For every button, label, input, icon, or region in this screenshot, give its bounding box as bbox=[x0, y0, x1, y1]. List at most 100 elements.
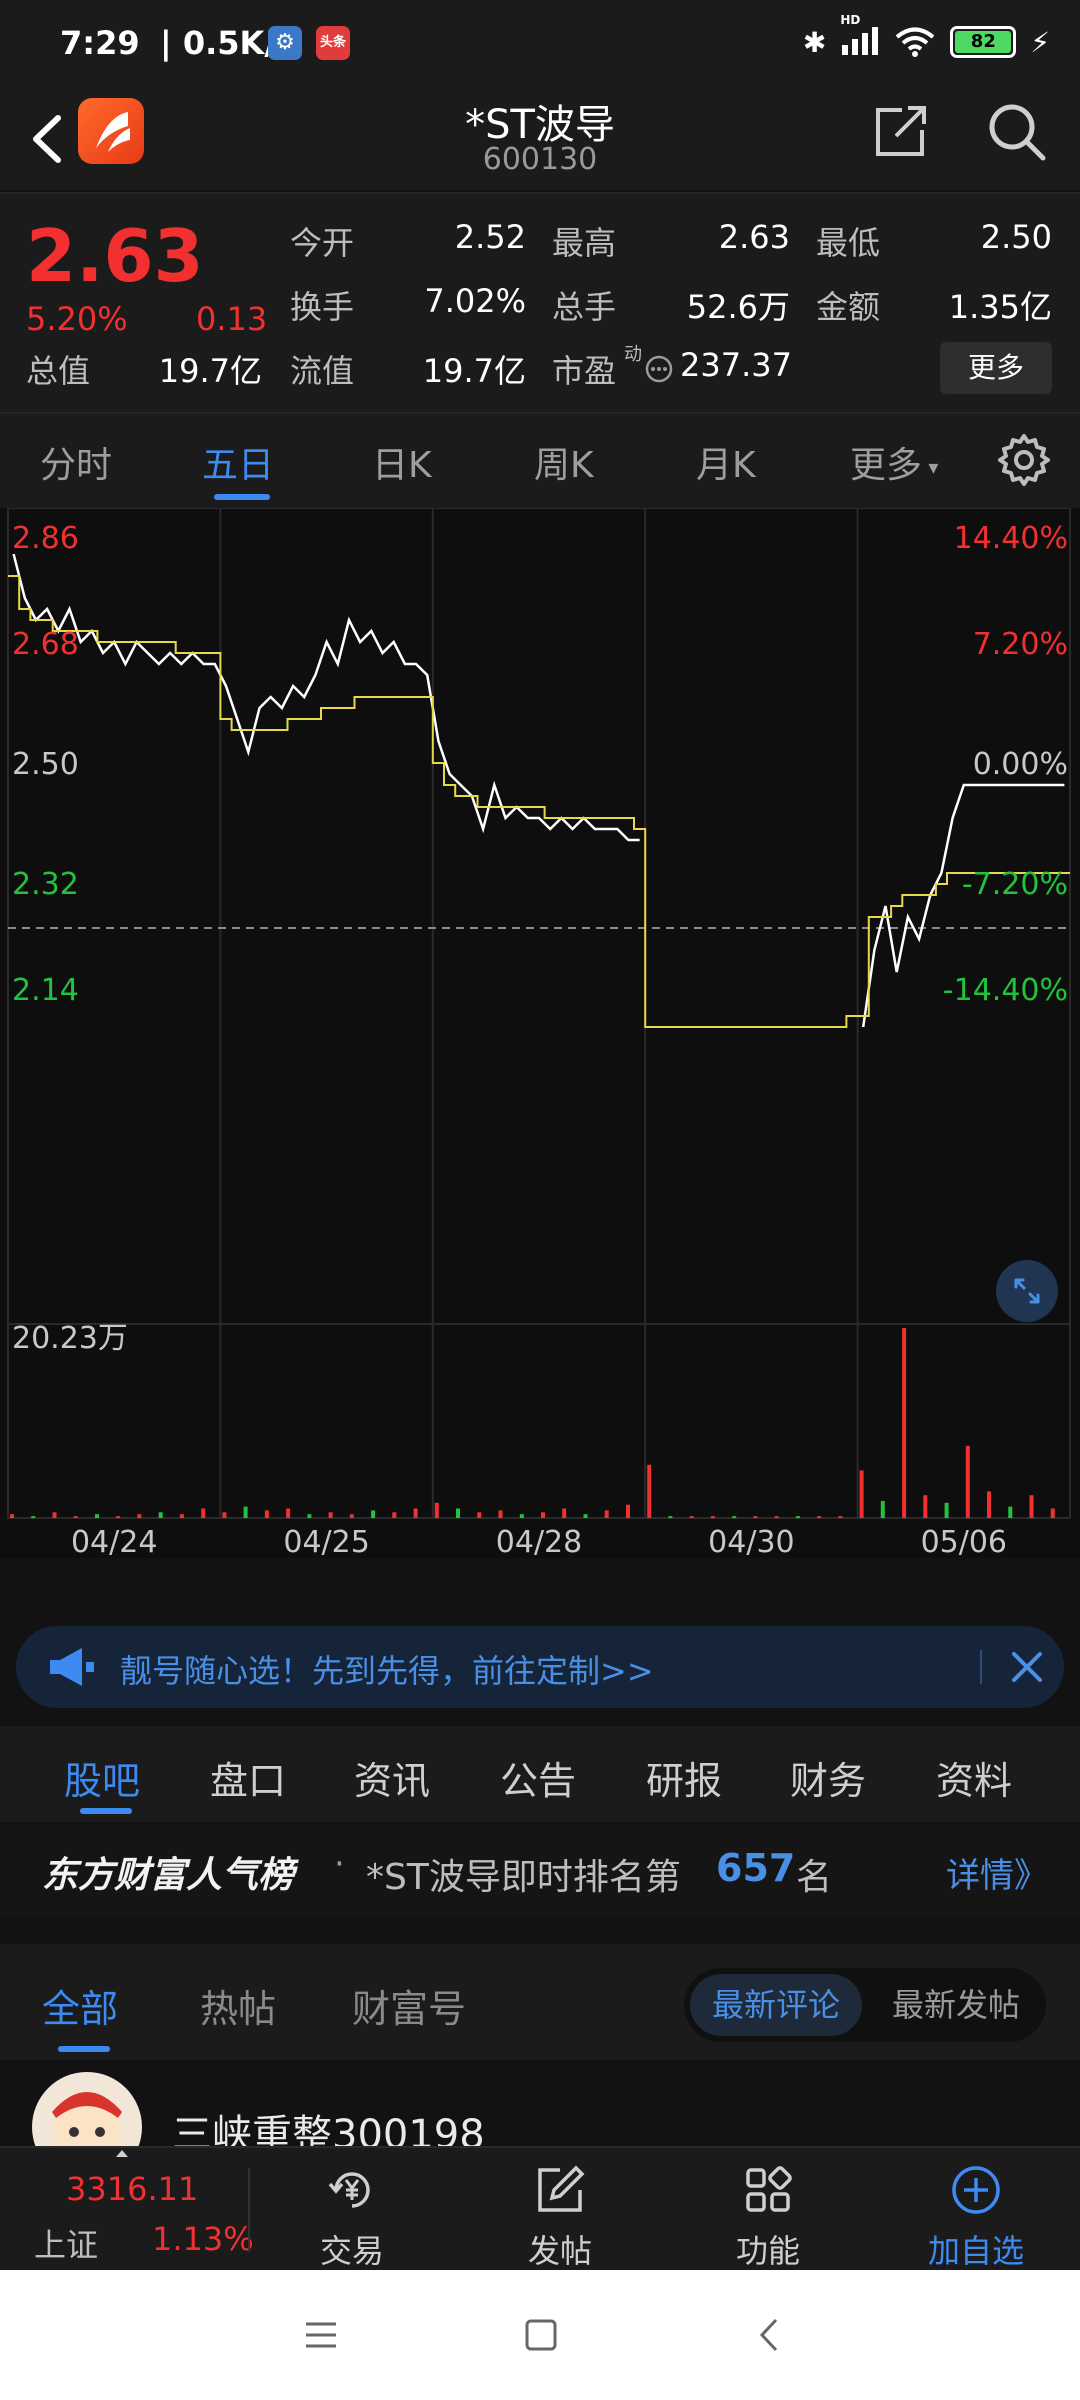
active-tab-indicator bbox=[80, 1808, 132, 1814]
tab-profile[interactable]: 资料 bbox=[936, 1750, 1012, 1805]
chart-tabs: 分时 五日 日K 周K 月K 更多 ▾ bbox=[0, 412, 1080, 508]
x-axis-label: 04/24 bbox=[71, 1525, 157, 1558]
y-axis-label: 2.86 bbox=[12, 521, 79, 556]
x-axis-label: 05/06 bbox=[921, 1525, 1007, 1558]
index-ticker[interactable]: 3316.11 上证 1.13% bbox=[0, 2148, 254, 2272]
tab-announcements[interactable]: 公告 bbox=[500, 1750, 576, 1805]
volume-bar bbox=[392, 1512, 397, 1518]
add-watchlist-button[interactable]: 加自选 bbox=[906, 2158, 1046, 2270]
tab-weekly-k[interactable]: 周K bbox=[534, 436, 594, 488]
expand-icon bbox=[1014, 1278, 1040, 1304]
post-button[interactable]: 发帖 bbox=[490, 2158, 630, 2270]
status-time: 7:29 bbox=[60, 24, 140, 62]
back-nav-icon[interactable] bbox=[746, 2310, 796, 2360]
tab-wealth-account[interactable]: 财富号 bbox=[352, 1978, 466, 2033]
pe-value: 237.37 bbox=[680, 346, 792, 384]
stock-header: *ST波导 600130 bbox=[0, 90, 1080, 190]
banner-divider bbox=[980, 1650, 982, 1684]
open-value: 2.52 bbox=[454, 218, 526, 256]
volume-bar bbox=[158, 1512, 163, 1518]
avatar[interactable] bbox=[32, 2072, 142, 2146]
tab-more[interactable]: 更多 ▾ bbox=[850, 436, 938, 488]
volume-bar bbox=[626, 1504, 630, 1518]
tab-monthly-k[interactable]: 月K bbox=[696, 436, 756, 488]
volume-bar bbox=[1029, 1495, 1034, 1518]
tab-finance[interactable]: 财务 bbox=[790, 1750, 866, 1805]
tab-hot-posts[interactable]: 热帖 bbox=[200, 1978, 276, 2033]
volume-bar bbox=[31, 1516, 36, 1519]
low-value: 2.50 bbox=[980, 218, 1052, 256]
ranking-detail-link[interactable]: 详情》 bbox=[946, 1848, 1048, 1897]
index-percent: 1.13% bbox=[152, 2220, 254, 2258]
turnover-label: 换手 bbox=[290, 288, 355, 326]
y-axis-pct-label: 7.20% bbox=[973, 627, 1068, 662]
volume-bar bbox=[753, 1516, 758, 1519]
add-watchlist-label: 加自选 bbox=[927, 2232, 1024, 2270]
grid-icon bbox=[746, 2166, 792, 2212]
chart-frame bbox=[7, 508, 1071, 1519]
hd-label: HD bbox=[840, 13, 861, 27]
y-axis-label: 2.50 bbox=[12, 747, 79, 782]
sort-latest-comment[interactable]: 最新评论 bbox=[690, 1974, 862, 2036]
volume-bar bbox=[795, 1516, 800, 1519]
change-amount: 0.13 bbox=[196, 300, 268, 338]
wifi-icon bbox=[896, 27, 935, 57]
status-bar: 7:29 | 0.5K/s ⚙ 头条 ✱ HD 82 ⚡ bbox=[0, 0, 1080, 90]
tab-research[interactable]: 研报 bbox=[646, 1750, 722, 1805]
volume-bar bbox=[604, 1510, 609, 1518]
share-icon[interactable] bbox=[872, 102, 930, 160]
tab-pankou[interactable]: 盘口 bbox=[210, 1750, 286, 1805]
open-label: 今开 bbox=[290, 224, 355, 262]
functions-button[interactable]: 功能 bbox=[698, 2158, 838, 2270]
expand-chart-button[interactable] bbox=[996, 1260, 1058, 1322]
volume-bar bbox=[434, 1502, 439, 1518]
tab-daily-k[interactable]: 日K bbox=[372, 436, 432, 488]
x-axis-label: 04/28 bbox=[496, 1525, 582, 1558]
trade-button[interactable]: 交易 bbox=[282, 2158, 422, 2270]
tab-news[interactable]: 资讯 bbox=[354, 1750, 430, 1805]
volume-bar bbox=[668, 1516, 673, 1519]
promo-banner[interactable]: 靓号随心选！先到先得，前往定制>> bbox=[16, 1626, 1064, 1708]
more-dots-icon[interactable] bbox=[644, 354, 674, 384]
tab-all[interactable]: 全部 bbox=[42, 1978, 118, 2033]
amount-value: 1.35亿 bbox=[948, 288, 1052, 326]
volume-bar bbox=[222, 1512, 227, 1518]
divider bbox=[248, 2168, 250, 2252]
tab-intraday[interactable]: 分时 bbox=[40, 436, 112, 488]
volume-bar bbox=[456, 1508, 460, 1518]
volume-bar bbox=[902, 1328, 907, 1518]
signal-icon: HD bbox=[840, 13, 880, 59]
x-axis-label: 04/30 bbox=[708, 1525, 794, 1558]
ranking-text: *ST波导即时排名第 bbox=[366, 1857, 681, 1898]
post-author[interactable]: 三峡重整300198 bbox=[172, 2102, 485, 2146]
post-item[interactable]: 三峡重整300198 bbox=[0, 2062, 1080, 2146]
average-line bbox=[8, 575, 1070, 1028]
settings-notification-icon: ⚙ bbox=[268, 26, 302, 60]
sort-toggle: 最新评论 最新发帖 bbox=[684, 1968, 1046, 2042]
tab-guba[interactable]: 股吧 bbox=[64, 1750, 140, 1805]
volume-bar bbox=[371, 1510, 376, 1518]
close-icon[interactable] bbox=[1006, 1646, 1048, 1688]
volume-bar bbox=[732, 1516, 737, 1519]
volume-bar bbox=[1008, 1506, 1013, 1518]
pe-label: 市盈 bbox=[552, 352, 617, 390]
volume-bar bbox=[583, 1514, 588, 1518]
search-icon[interactable] bbox=[985, 100, 1047, 162]
five-day-chart[interactable]: 2.86 2.68 2.50 2.32 2.14 14.40% 7.20% 0.00% -7.2… bbox=[0, 508, 1080, 1558]
home-icon[interactable] bbox=[516, 2310, 566, 2360]
volume-bar bbox=[987, 1491, 991, 1518]
status-icons: ✱ HD 82 ⚡ bbox=[803, 13, 1050, 62]
float-mv-value: 19.7亿 bbox=[422, 352, 526, 390]
high-value: 2.63 bbox=[718, 218, 790, 256]
tab-five-day[interactable]: 五日 bbox=[202, 436, 274, 488]
volume-bar bbox=[774, 1516, 779, 1519]
menu-icon[interactable] bbox=[296, 2310, 346, 2360]
toutiao-notification-icon: 头条 bbox=[316, 26, 350, 60]
more-quote-button[interactable]: 更多 bbox=[940, 342, 1052, 394]
volume-label: 总手 bbox=[552, 288, 617, 326]
gear-icon[interactable] bbox=[996, 432, 1052, 488]
volume-bar bbox=[349, 1514, 354, 1518]
total-mv-value: 19.7亿 bbox=[158, 352, 262, 390]
popularity-ranking[interactable]: 东方财富人气榜 · *ST波导即时排名第 657 名 详情》 bbox=[0, 1824, 1080, 1916]
sort-latest-post[interactable]: 最新发帖 bbox=[872, 1974, 1040, 2036]
